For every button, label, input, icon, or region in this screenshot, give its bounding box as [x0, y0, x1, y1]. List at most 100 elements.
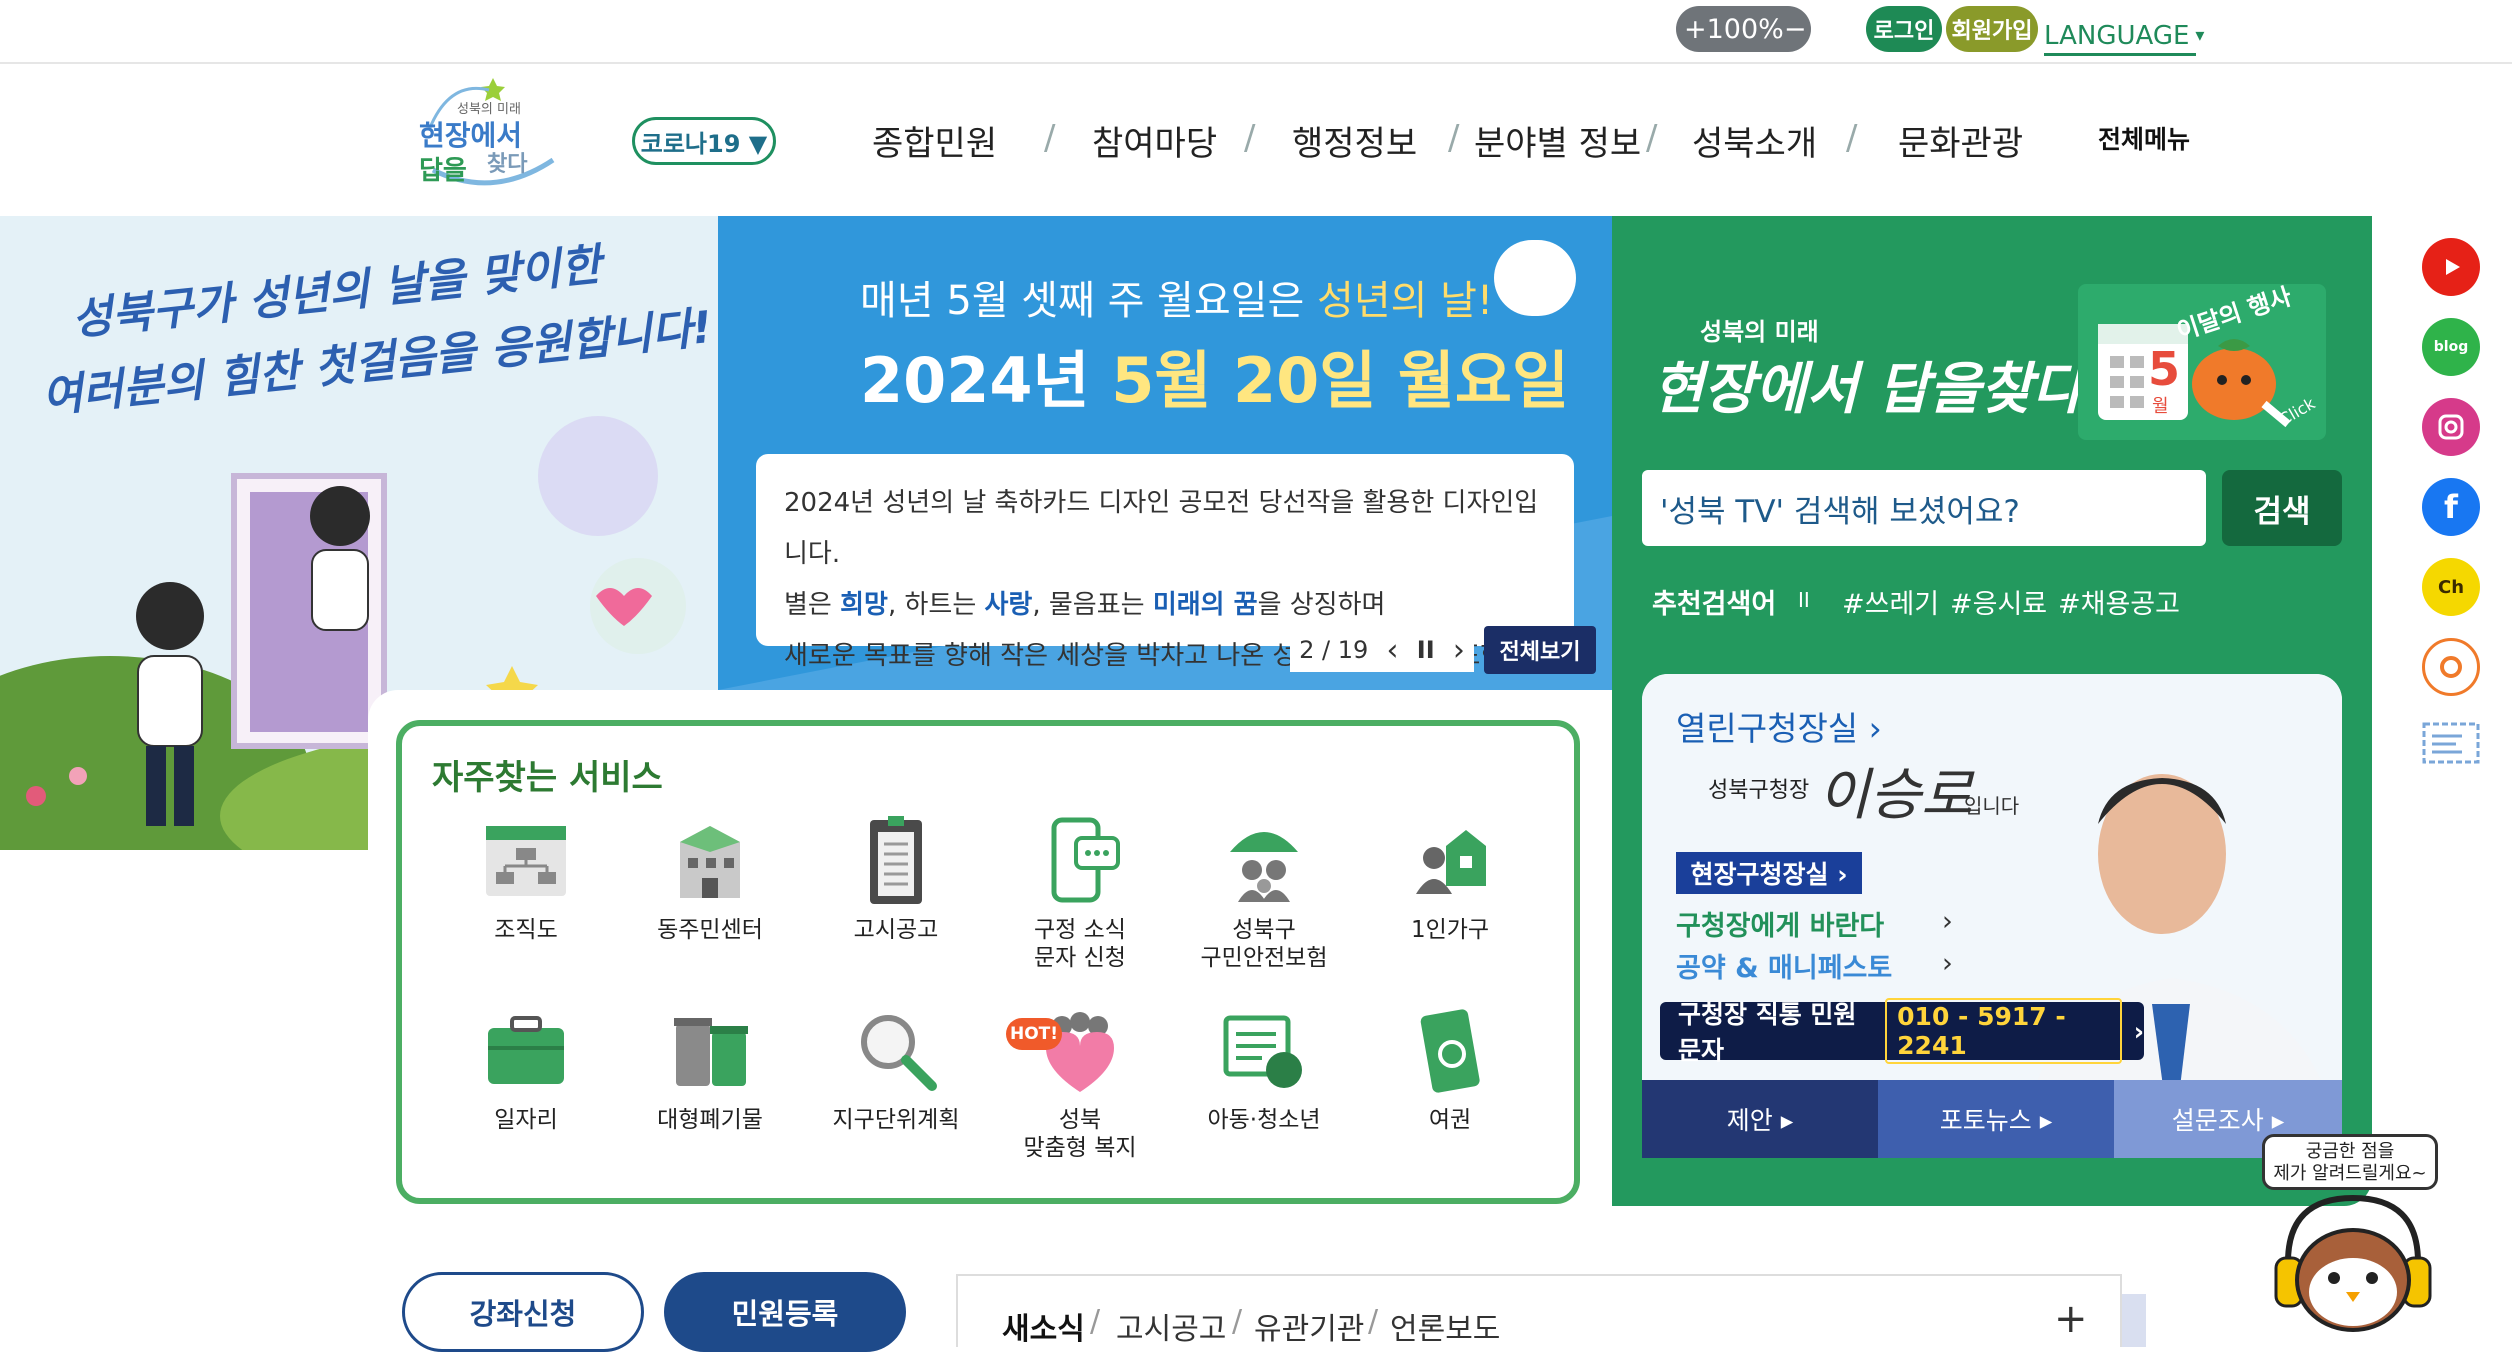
event-day: 5	[2148, 342, 2181, 396]
field-mayor-office-button[interactable]: 현장구청장실 ›	[1676, 852, 1862, 894]
tab-news[interactable]: 새소식	[1002, 1304, 1085, 1348]
pager-count: 2 / 19	[1299, 636, 1368, 664]
service-jobs[interactable]: 일자리	[438, 1002, 614, 1134]
service-single-household[interactable]: 1인가구	[1362, 812, 1538, 944]
service-news-sms[interactable]: 구정 소식 문자 신청	[992, 812, 1168, 972]
newsletter-icon[interactable]	[2422, 718, 2480, 768]
news-scroll-indicator	[2122, 1294, 2146, 1347]
desc-text: 을 상징하며	[1257, 590, 1386, 620]
language-select[interactable]: LANGUAGE ▾	[2044, 18, 2204, 56]
pager-current: 2	[1299, 636, 1315, 664]
open-mayor-office-link[interactable]: 열린구청장실 ›	[1676, 702, 1882, 750]
service-district-plan[interactable]: 지구단위계획	[808, 1002, 984, 1134]
lecture-apply-button[interactable]: 강좌신청	[402, 1272, 644, 1352]
chevron-right-icon: ›	[1942, 948, 1953, 979]
login-button[interactable]: 로그인	[1866, 6, 1942, 52]
all-menu-button[interactable]: 전체메뉴	[2098, 120, 2190, 156]
banner-headline-2-day: 월요일	[1397, 344, 1569, 417]
keyword-trash[interactable]: #쓰레기	[1842, 582, 1939, 621]
building-icon	[680, 826, 740, 898]
ball-board-icon	[1223, 1015, 1302, 1088]
service-label: 지구단위계획	[832, 1107, 960, 1133]
magnifier-icon	[861, 1015, 937, 1091]
more-plus-icon[interactable]: +	[2054, 1296, 2088, 1342]
desc-hope: 희망	[840, 590, 888, 620]
chevron-right-icon: ›	[1942, 906, 1953, 937]
service-children-youth[interactable]: 아동·청소년	[1176, 1002, 1352, 1134]
monthly-event-banner[interactable]: 이달의 행사 5 월 Click	[2078, 282, 2326, 440]
service-label-2: 맞춤형 복지	[1023, 1135, 1137, 1161]
service-label: 구정 소식	[1034, 917, 1126, 943]
recommended-keywords-label: 추천검색어	[1652, 589, 1777, 620]
slogan-text: 현장에서 답을찾다	[1652, 357, 2084, 422]
banner-pager: 2 / 19 ‹ II ›	[1290, 628, 1474, 672]
view-all-button[interactable]: 전체보기	[1484, 626, 1596, 674]
nav-culture-tourism[interactable]: 문화관광	[1898, 112, 2023, 168]
tab-notice[interactable]: 고시공고	[1116, 1304, 1226, 1348]
keyword-exam-fee[interactable]: #응시료	[1950, 582, 2047, 621]
service-public-notice[interactable]: 고시공고	[808, 812, 984, 944]
site-logo[interactable]: 성북의 미래 현장에서 답을 찾다	[415, 70, 555, 190]
search-input[interactable]: '성북 TV' 검색해 보셨어요?	[1642, 470, 2206, 546]
nav-participation[interactable]: 참여마당	[1092, 112, 1217, 168]
nav-about[interactable]: 성북소개	[1692, 112, 1817, 168]
kakao-story-icon[interactable]	[2422, 638, 2480, 696]
utility-bar: + 100% − 로그인 회원가입 LANGUAGE ▾	[0, 0, 2512, 64]
mobile-message-icon	[1051, 817, 1120, 903]
desc-dream: 미래의 꿈	[1152, 590, 1258, 620]
zoom-control: + 100% −	[1676, 6, 1811, 52]
service-passport[interactable]: 여권	[1362, 1002, 1538, 1134]
service-safety-insurance[interactable]: 성북구 구민안전보험	[1176, 812, 1352, 972]
mayor-name-signature: 이승로	[1818, 763, 1973, 828]
zoom-in-button[interactable]: +	[1684, 14, 1707, 45]
service-label-2: 문자 신청	[1034, 945, 1126, 971]
next-icon[interactable]: ›	[1453, 633, 1465, 668]
service-label-2: 구민안전보험	[1200, 945, 1328, 971]
service-label: 일자리	[494, 1107, 558, 1133]
news-separator: /	[1232, 1304, 1243, 1339]
nav-civil-service[interactable]: 종합민원	[872, 112, 997, 168]
tab-related-orgs[interactable]: 유관기관	[1254, 1304, 1364, 1348]
wish-to-mayor-link[interactable]: 구청장에게 바란다	[1676, 904, 1884, 943]
tab-photo-news[interactable]: 포토뉴스 ▸	[1878, 1080, 2114, 1158]
civil-register-button[interactable]: 민원등록	[664, 1272, 906, 1352]
facebook-icon[interactable]: f	[2422, 478, 2480, 536]
passport-icon	[1420, 1009, 1480, 1093]
tab-proposal[interactable]: 제안 ▸	[1642, 1080, 1878, 1158]
service-label: 성북	[1058, 1107, 1102, 1133]
banner-headline-2-year: 2024년	[860, 344, 1112, 417]
mayor-sms-banner[interactable]: 구청장 직통 민원문자 010 - 5917 - 2241 ›	[1660, 998, 2144, 1065]
nav-separator: /	[1044, 118, 1056, 158]
notice-board-icon	[870, 816, 922, 904]
manifesto-link[interactable]: 공약 & 매니페스토	[1676, 946, 1892, 985]
nav-field-info[interactable]: 분야별 정보	[1474, 112, 1641, 168]
pause-icon[interactable]: II	[1417, 636, 1435, 664]
search-button[interactable]: 검색	[2222, 470, 2342, 546]
keyword-recruitment[interactable]: #채용공고	[2058, 582, 2180, 621]
desc-text: 별은	[784, 590, 841, 620]
service-org-chart[interactable]: 조직도	[438, 812, 614, 944]
banner-headline-2-date: 5월 20일	[1111, 344, 1398, 417]
youtube-icon[interactable]	[2422, 238, 2480, 296]
banner-headline-1-highlight: 성년의 날!	[1317, 278, 1493, 324]
mayor-title-prefix: 성북구청장	[1708, 778, 1810, 803]
pager-sep: /	[1322, 636, 1331, 664]
prev-icon[interactable]: ‹	[1387, 633, 1399, 668]
tab-press[interactable]: 언론보도	[1390, 1304, 1500, 1348]
signup-button[interactable]: 회원가입	[1946, 6, 2038, 52]
nav-admin-info[interactable]: 행정정보	[1292, 112, 1417, 168]
recycle-bin-icon	[674, 1018, 748, 1086]
blog-icon[interactable]: blog	[2422, 318, 2480, 376]
instagram-icon[interactable]	[2422, 398, 2480, 456]
banner-headline-1-text: 매년 5월 셋째 주 월요일은	[860, 278, 1318, 324]
chatbot-avatar[interactable]	[2268, 1180, 2438, 1340]
keyword-pause-icon[interactable]: II	[1798, 588, 1810, 612]
service-community-center[interactable]: 동주민센터	[622, 812, 798, 944]
service-bulky-waste[interactable]: 대형폐기물	[622, 1002, 798, 1134]
kakao-channel-icon[interactable]: Ch	[2422, 558, 2480, 616]
heart-people-icon	[1046, 1012, 1114, 1092]
zoom-out-button[interactable]: −	[1784, 14, 1807, 45]
youtube-play-glyph	[2446, 259, 2460, 275]
desc-text: , 하트는	[887, 590, 985, 620]
covid19-button[interactable]: 코로나19 ▼	[632, 117, 776, 165]
